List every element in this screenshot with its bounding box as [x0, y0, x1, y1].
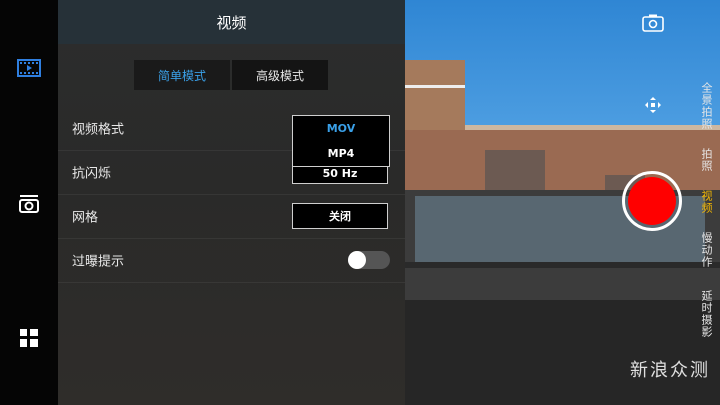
building-window: [485, 150, 545, 190]
mode-panorama[interactable]: 全景拍照: [698, 82, 714, 130]
mode-timelapse[interactable]: 延时摄影: [698, 290, 714, 338]
mode-tabs: 简单模式 高级模式: [134, 60, 328, 90]
focus-move-icon[interactable]: [644, 96, 662, 118]
panel-header: 视频: [58, 0, 405, 44]
settings-panel: 视频 简单模式 高级模式 视频格式 抗闪烁 50 Hz 网格 关闭 过曝提示: [58, 0, 405, 405]
video-mode-icon[interactable]: [14, 56, 44, 80]
grid-select[interactable]: 关闭: [292, 203, 388, 229]
grid-label: 网格: [72, 210, 99, 226]
overexposure-label: 过曝提示: [72, 254, 125, 270]
toggle-knob: [348, 251, 366, 269]
left-rail: [0, 0, 58, 405]
row-grid: 网格 关闭: [58, 194, 405, 239]
flip-camera-icon[interactable]: [642, 14, 664, 36]
record-button[interactable]: [628, 177, 676, 225]
video-format-label: 视频格式: [72, 122, 125, 138]
mode-video[interactable]: 视频: [698, 190, 714, 214]
rooftop-edge: [405, 262, 720, 268]
building-wall: [405, 300, 720, 405]
format-option-mp4[interactable]: MP4: [293, 141, 389, 166]
row-overexposure: 过曝提示: [58, 238, 405, 283]
watermark: 新浪众测: [630, 360, 710, 381]
rail-left: [405, 85, 465, 88]
overexposure-toggle[interactable]: [348, 251, 390, 269]
camera-flip-icon[interactable]: [14, 192, 44, 216]
tab-advanced-mode[interactable]: 高级模式: [232, 60, 328, 90]
panel-title: 视频: [216, 13, 247, 32]
grid-menu-icon[interactable]: [14, 326, 44, 350]
building-left: [405, 60, 465, 140]
tab-simple-mode[interactable]: 简单模式: [134, 60, 230, 90]
camera-mode-strip: 全景拍照 拍照 视频 慢动作 延时摄影: [690, 60, 714, 350]
format-option-mov[interactable]: MOV: [293, 116, 389, 141]
mode-slow-motion[interactable]: 慢动作: [698, 232, 714, 268]
mode-photo[interactable]: 拍照: [698, 148, 714, 172]
anti-flicker-label: 抗闪烁: [72, 166, 112, 182]
video-format-dropdown[interactable]: MOV MP4: [292, 115, 390, 167]
